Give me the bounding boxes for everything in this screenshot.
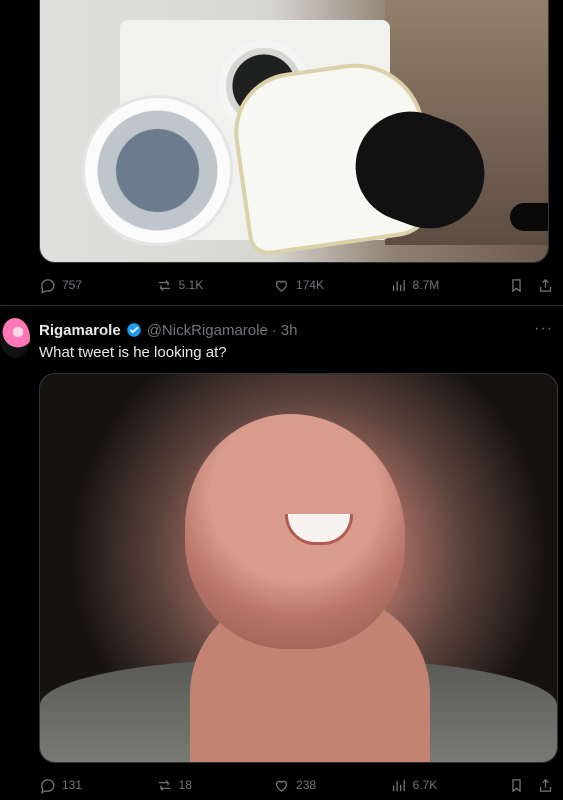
- verified-badge-icon: [125, 321, 143, 339]
- reply-count: 131: [62, 778, 83, 792]
- repost-action[interactable]: 18: [156, 777, 274, 794]
- tweet-media-image[interactable]: [39, 373, 558, 763]
- reply-icon: [39, 277, 56, 294]
- tweet-actions: 757 5.1K 174K 8.7M: [39, 275, 554, 295]
- repost-count: 18: [178, 778, 192, 792]
- tweet-secondary-actions: [508, 277, 554, 294]
- separator-dot: ·: [271, 321, 277, 339]
- like-count: 174K: [296, 278, 325, 292]
- tweet-actions: 131 18 238 6.7K: [39, 775, 554, 795]
- tweet-media-image[interactable]: [39, 0, 549, 263]
- like-icon: [273, 777, 290, 794]
- reply-action[interactable]: 131: [39, 777, 156, 794]
- tweet-secondary-actions: [508, 777, 554, 794]
- share-icon[interactable]: [537, 277, 554, 294]
- views-icon: [390, 277, 407, 294]
- repost-action[interactable]: 5.1K: [156, 277, 274, 294]
- top-tweet: 757 5.1K 174K 8.7M: [0, 0, 563, 305]
- views-icon: [390, 777, 407, 794]
- share-icon[interactable]: [537, 777, 554, 794]
- reply-action[interactable]: 757: [39, 277, 156, 294]
- reply-count: 757: [62, 278, 83, 292]
- views-action[interactable]: 8.7M: [390, 277, 508, 294]
- washing-machine-door: [82, 95, 233, 246]
- like-icon: [273, 277, 290, 294]
- views-count: 6.7K: [412, 778, 438, 792]
- timestamp[interactable]: 3h: [281, 322, 298, 339]
- repost-icon: [156, 277, 173, 294]
- repost-icon: [156, 777, 173, 794]
- bookmark-icon[interactable]: [508, 277, 525, 294]
- tweet-divider: [0, 305, 563, 306]
- views-count: 8.7M: [412, 278, 440, 292]
- like-count: 238: [296, 778, 317, 792]
- reply-icon: [39, 777, 56, 794]
- more-icon[interactable]: ···: [534, 320, 553, 338]
- views-action[interactable]: 6.7K: [390, 777, 508, 794]
- author-handle[interactable]: @NickRigamarole: [147, 322, 268, 339]
- shoe: [510, 203, 548, 231]
- like-action[interactable]: 238: [273, 777, 390, 794]
- bookmark-icon[interactable]: [508, 777, 525, 794]
- tweet-header: Rigamarole @NickRigamarole · 3h: [39, 321, 297, 339]
- tweet-text: What tweet is he looking at?: [39, 344, 227, 361]
- author-name[interactable]: Rigamarole: [39, 322, 121, 339]
- repost-count: 5.1K: [178, 278, 204, 292]
- like-action[interactable]: 174K: [273, 277, 390, 294]
- avatar[interactable]: [0, 318, 30, 358]
